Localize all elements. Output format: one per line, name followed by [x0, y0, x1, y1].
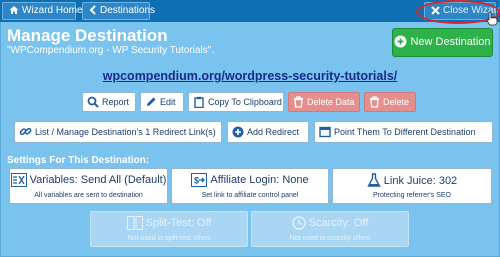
clock-icon — [291, 216, 306, 230]
delete-data-label: Delete Data — [307, 97, 355, 107]
plus-circle-icon — [232, 126, 244, 138]
destinations-label: Destinations — [100, 5, 156, 16]
scarcity-label: Scarcity: Off — [308, 217, 369, 229]
copy-to-clipboard-button[interactable]: Copy To Clipboard — [188, 92, 284, 112]
wizard-home-button[interactable]: Wizard Home — [2, 2, 83, 20]
report-label: Report — [102, 97, 130, 107]
wizard-home-label: Wizard Home — [22, 5, 83, 16]
variables-icon — [10, 173, 27, 187]
variables-label: Variables: Send All (Default) — [29, 174, 167, 186]
search-icon — [87, 96, 99, 108]
home-icon — [9, 6, 19, 14]
clipboard-icon — [194, 96, 204, 109]
split-test-setting-card[interactable]: Split-Test: Off Not used in split-test o… — [90, 211, 248, 247]
delete-label: Delete — [383, 97, 410, 107]
chevron-left-icon — [89, 5, 96, 15]
delete-button[interactable]: Delete — [364, 92, 416, 112]
page-title: Manage Destination — [7, 26, 168, 45]
new-destination-label: New Destination — [410, 36, 491, 48]
add-redirect-button[interactable]: Add Redirect — [227, 121, 309, 143]
svg-text:$: $ — [194, 176, 199, 186]
variables-description: All variables are sent to destination — [34, 192, 143, 199]
add-redirect-label: Add Redirect — [247, 127, 300, 137]
pencil-icon — [147, 97, 156, 106]
edit-button[interactable]: Edit — [140, 92, 184, 112]
plus-circle-icon — [394, 35, 407, 48]
link-juice-setting-card[interactable]: Link Juice: 302 Protecting referrer's SE… — [332, 168, 492, 204]
trash-icon — [370, 96, 379, 108]
split-test-description: Not used in split-test offers — [127, 235, 211, 242]
flask-icon — [367, 173, 381, 187]
copy-label: Copy To Clipboard — [208, 97, 282, 107]
point-to-destination-button[interactable]: Point Them To Different Destination — [314, 121, 493, 143]
link-icon — [19, 127, 32, 136]
report-button[interactable]: Report — [82, 92, 136, 112]
link-juice-label: Link Juice: 302 — [383, 175, 458, 187]
point-destination-label: Point Them To Different Destination — [334, 127, 476, 137]
list-redirect-label: List / Manage Destination's 1 Redirect L… — [35, 127, 216, 137]
new-destination-button[interactable]: New Destination — [392, 28, 493, 57]
settings-heading: Settings For This Destination: — [7, 155, 150, 166]
list-redirect-links-button[interactable]: List / Manage Destination's 1 Redirect L… — [14, 121, 222, 143]
link-juice-description: Protecting referrer's SEO — [373, 192, 451, 199]
trash-icon — [294, 96, 303, 108]
affiliate-login-label: Affiliate Login: None — [210, 174, 309, 186]
affiliate-login-description: Set link to affiliate control panel — [201, 192, 299, 199]
split-test-icon — [126, 216, 143, 230]
window-icon — [319, 126, 331, 138]
delete-data-button[interactable]: Delete Data — [288, 92, 360, 112]
destination-name: "WPCompendium.org - WP Security Tutorial… — [7, 45, 214, 56]
scarcity-description: Not used in scarcity offers — [289, 235, 371, 242]
hand-cursor-icon — [486, 12, 498, 26]
login-icon: $ — [191, 173, 208, 187]
scarcity-setting-card[interactable]: Scarcity: Off Not used in scarcity offer… — [251, 211, 409, 247]
affiliate-login-setting-card[interactable]: $ Affiliate Login: None Set link to affil… — [171, 168, 329, 204]
edit-label: Edit — [160, 97, 176, 107]
destinations-button[interactable]: Destinations — [82, 2, 155, 20]
split-test-label: Split-Test: Off — [145, 217, 212, 229]
destination-url-link[interactable]: wpcompendium.org/wordpress-security-tuto… — [0, 69, 500, 83]
variables-setting-card[interactable]: Variables: Send All (Default) All variab… — [9, 168, 168, 204]
